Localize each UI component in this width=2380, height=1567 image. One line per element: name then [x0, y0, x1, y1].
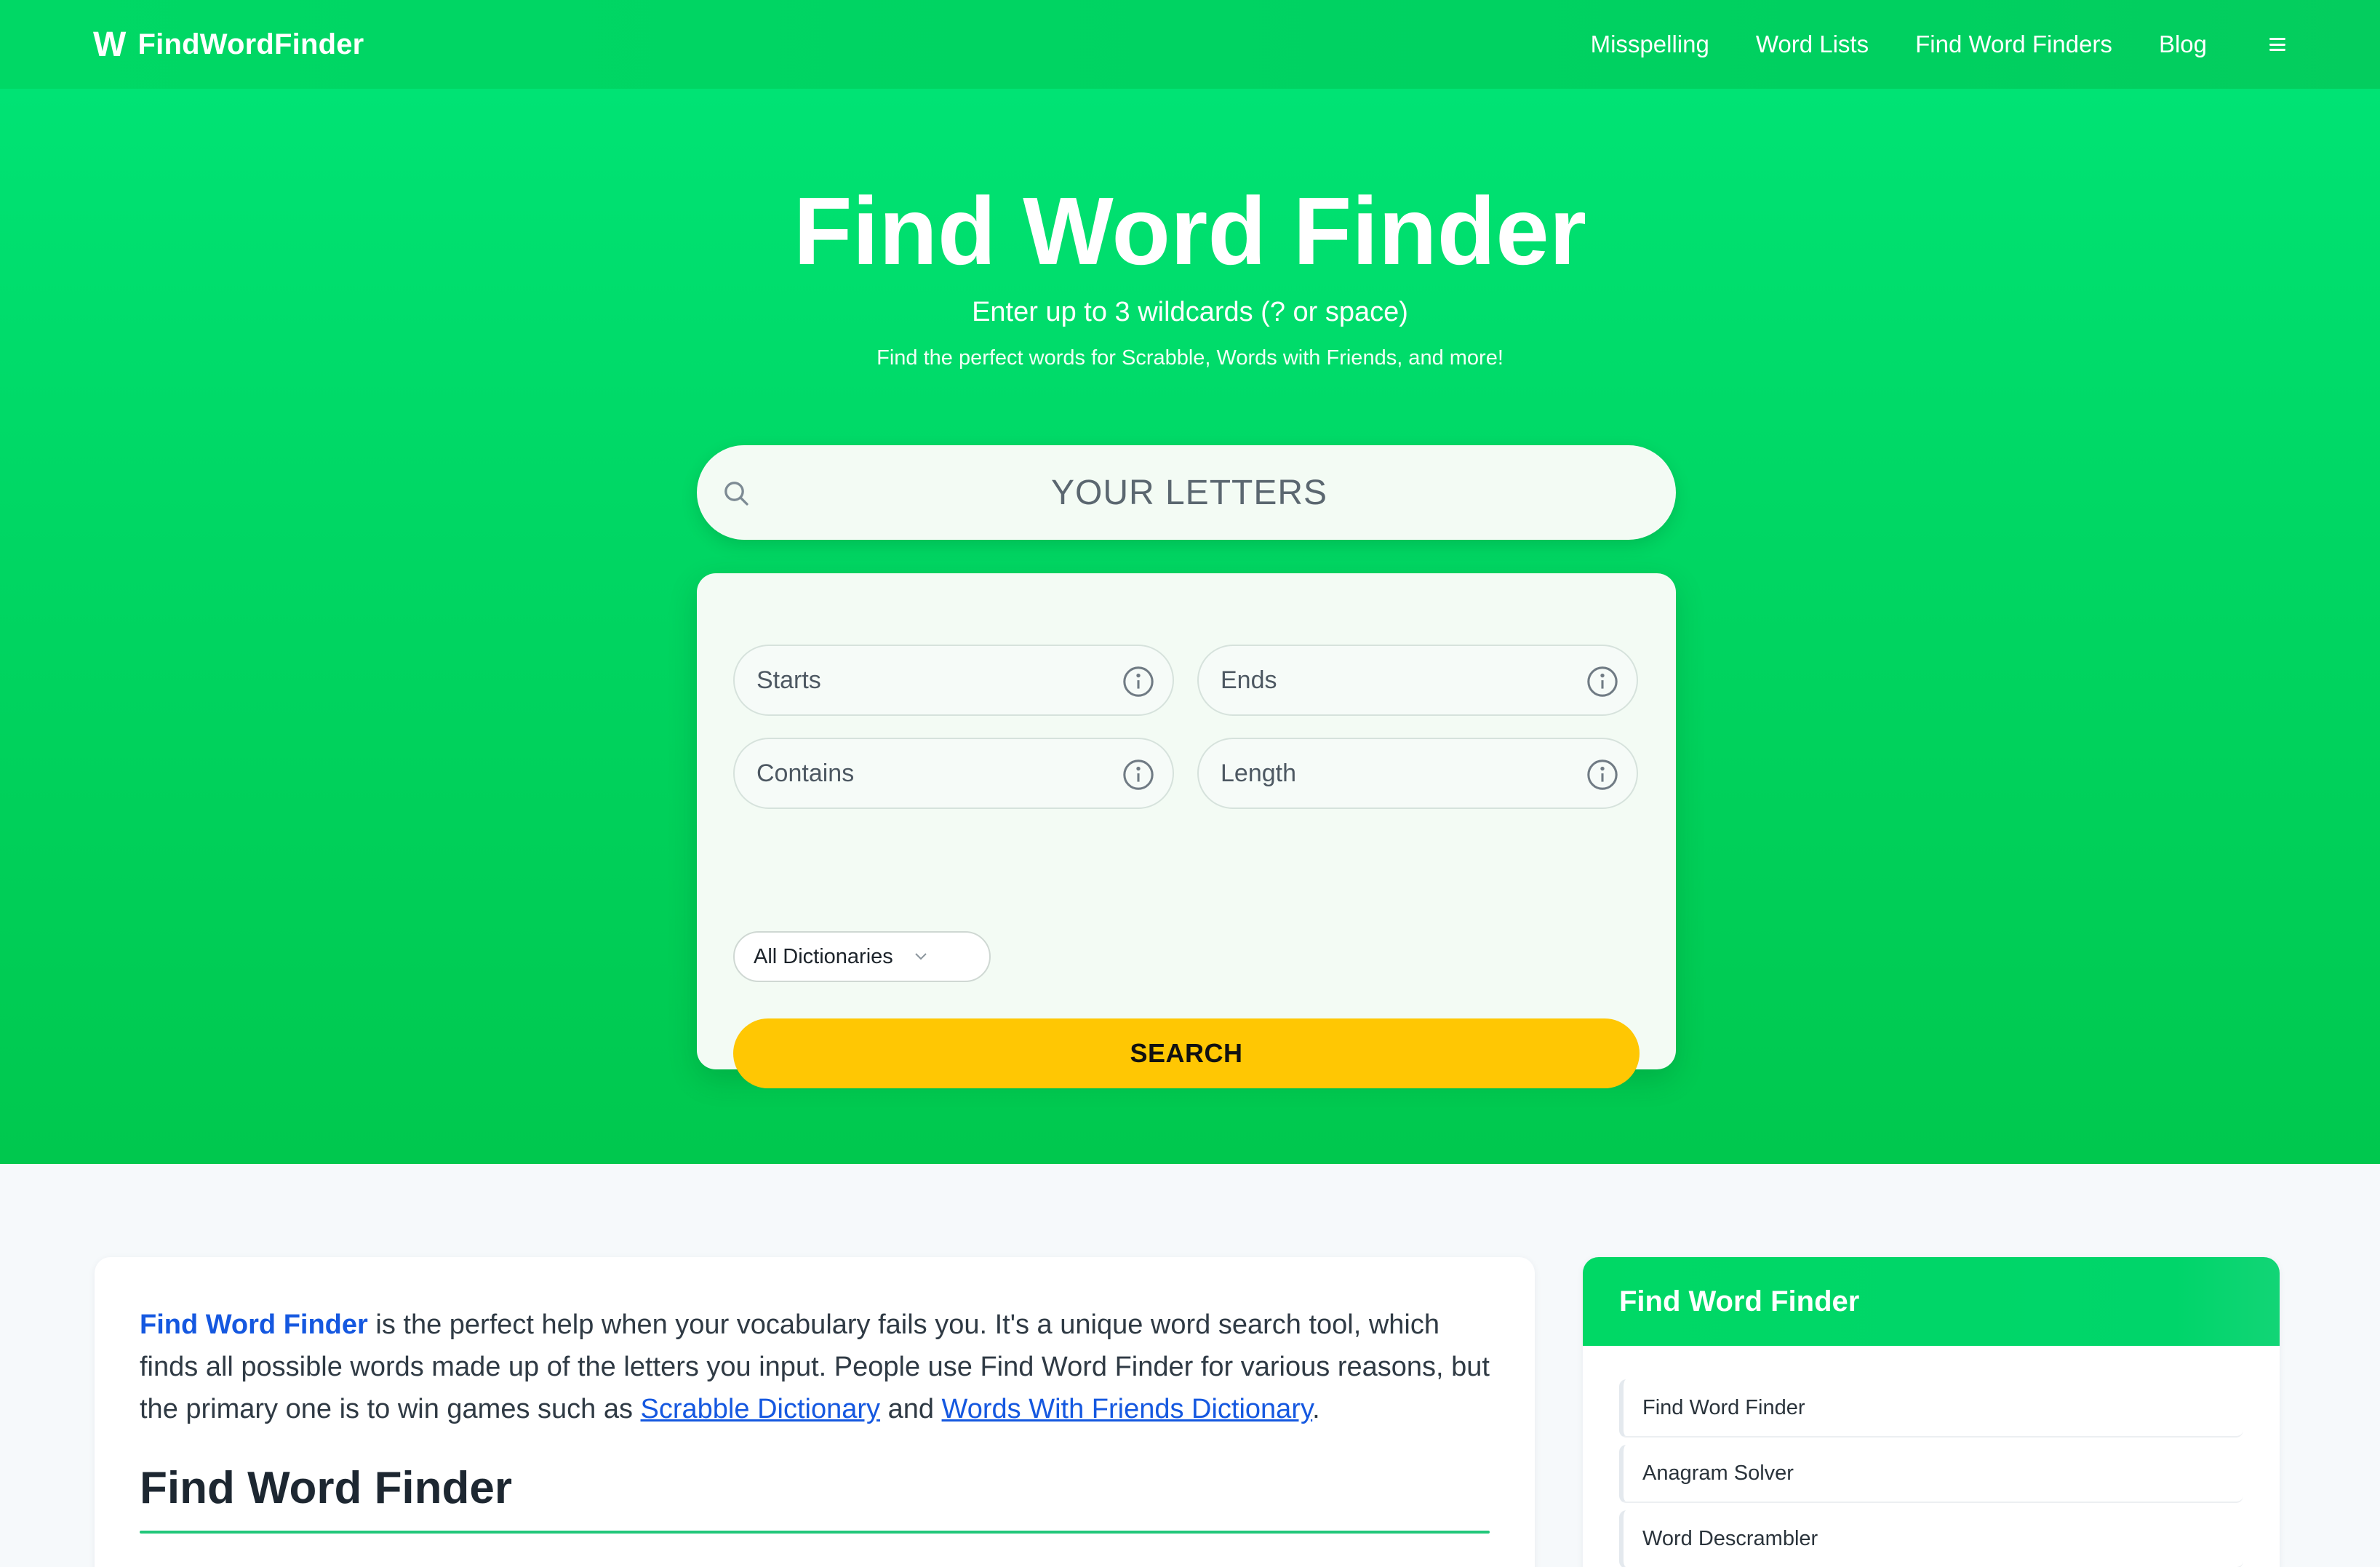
logo-mark: W	[93, 25, 127, 64]
hero-tagline: Find the perfect words for Scrabble, Wor…	[876, 346, 1504, 370]
end-text: .	[1312, 1394, 1320, 1424]
info-icon[interactable]	[1122, 758, 1155, 792]
hero-subtitle: Enter up to 3 wildcards (? or space)	[972, 297, 1408, 327]
hamburger-menu-icon[interactable]	[2269, 38, 2285, 51]
contains-input[interactable]	[756, 759, 1091, 788]
search-button[interactable]: SEARCH	[733, 1018, 1640, 1088]
contains-field	[733, 738, 1174, 809]
info-icon[interactable]	[1586, 758, 1619, 792]
top-navbar: W FindWordFinder Misspelling Word Lists …	[0, 0, 2380, 89]
dictionary-selected-value: All Dictionaries	[754, 944, 893, 968]
hero-title: Find Word Finder	[793, 178, 1587, 284]
intro-paragraph: Find Word Finder is the perfect help whe…	[140, 1304, 1493, 1430]
sidebar-card: Find Word Finder Find Word Finder Anagra…	[1583, 1257, 2280, 1567]
words-with-friends-dictionary-link[interactable]: Words With Friends Dictionary	[942, 1394, 1313, 1424]
length-input[interactable]	[1221, 759, 1555, 788]
sidebar-list: Find Word Finder Anagram Solver Word Des…	[1619, 1379, 2243, 1567]
starts-input[interactable]	[756, 666, 1091, 695]
scrabble-dictionary-link[interactable]: Scrabble Dictionary	[641, 1394, 880, 1424]
dictionary-select[interactable]: All Dictionaries	[733, 931, 991, 982]
search-icon	[724, 482, 748, 506]
nav-link-misspelling[interactable]: Misspelling	[1591, 31, 1709, 58]
article-card: Find Word Finder is the perfect help whe…	[95, 1257, 1535, 1567]
nav-link-blog[interactable]: Blog	[2159, 31, 2207, 58]
heading-divider	[140, 1531, 1490, 1534]
letters-search-bar	[697, 445, 1676, 540]
brand-logo[interactable]: W FindWordFinder	[93, 25, 364, 65]
nav-links: Misspelling Word Lists Find Word Finders…	[1544, 31, 2285, 58]
sidebar-title: Find Word Finder	[1583, 1257, 2280, 1346]
info-icon[interactable]	[1586, 665, 1619, 698]
sidebar-item-word-descrambler[interactable]: Word Descrambler	[1619, 1510, 2243, 1567]
letters-input[interactable]	[697, 445, 1676, 540]
length-field	[1197, 738, 1638, 809]
nav-link-word-lists[interactable]: Word Lists	[1756, 31, 1869, 58]
ends-field	[1197, 645, 1638, 716]
hero-section: Find Word Finder Enter up to 3 wildcards…	[0, 89, 2380, 1164]
ends-input[interactable]	[1221, 666, 1555, 695]
sidebar-item-anagram-solver[interactable]: Anagram Solver	[1619, 1445, 2243, 1503]
and-text: and	[880, 1394, 942, 1424]
nav-link-find-word-finders[interactable]: Find Word Finders	[1915, 31, 2112, 58]
starts-field	[733, 645, 1174, 716]
find-word-finder-link[interactable]: Find Word Finder	[140, 1309, 368, 1340]
sidebar-item-find-word-finder[interactable]: Find Word Finder	[1619, 1379, 2243, 1438]
chevron-down-icon	[915, 953, 927, 960]
filter-panel: All Dictionaries SEARCH	[697, 573, 1676, 1088]
info-icon[interactable]	[1122, 665, 1155, 698]
article-heading: Find Word Finder	[140, 1463, 513, 1513]
brand-name: FindWordFinder	[137, 28, 364, 60]
